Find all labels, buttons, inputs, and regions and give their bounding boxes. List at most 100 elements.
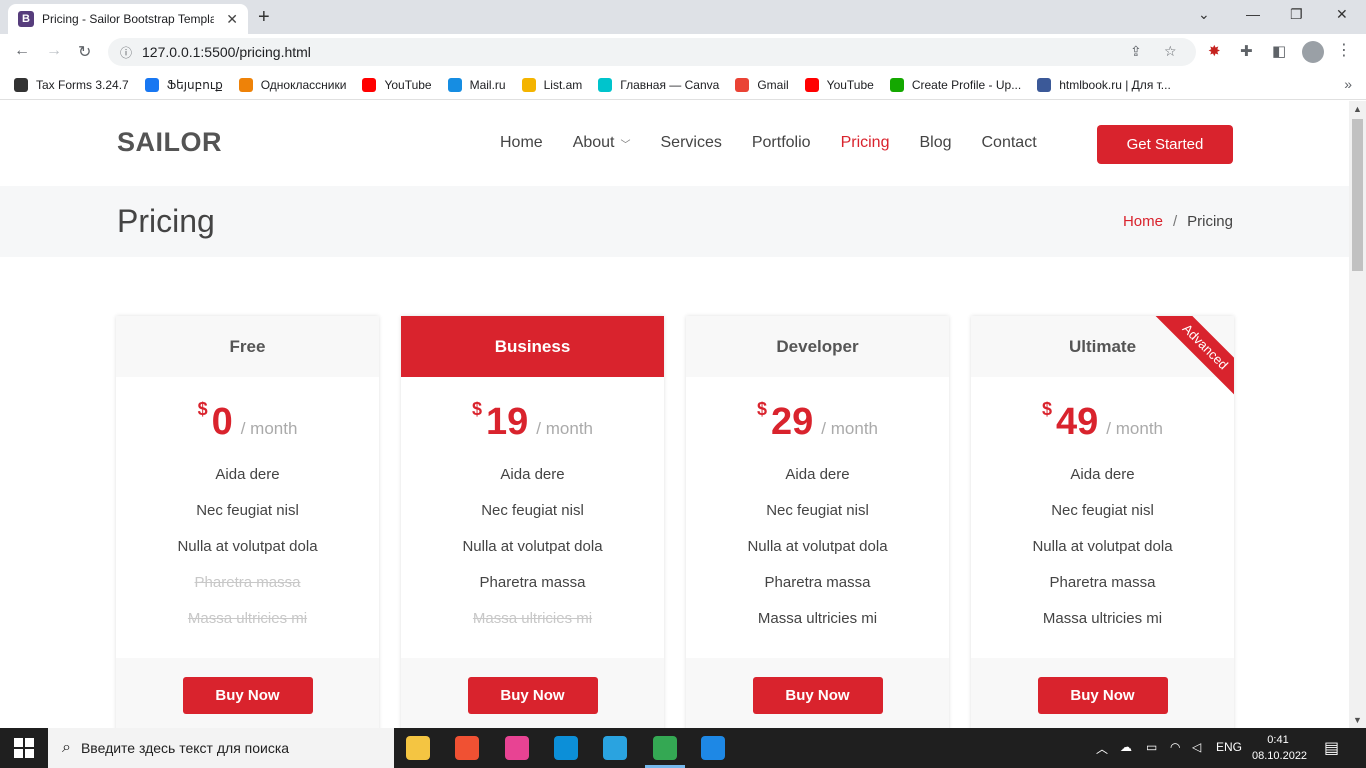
taskbar-clock[interactable]: 0:41 08.10.2022 — [1252, 732, 1308, 764]
bookmarks-bar: Tax Forms 3.24.7 Ֆեյսբուք Одноклассники You… — [0, 70, 1366, 100]
browser-tab-strip: B Pricing - Sailor Bootstrap Templa ✕ + … — [0, 0, 1366, 34]
bookmark-item[interactable]: Ֆեյսբուք — [144, 77, 223, 92]
nav-link-label: Blog — [919, 134, 952, 151]
page-scrollbar[interactable]: ▲ ▼ — [1349, 101, 1366, 728]
plan-feature: Aida dere — [215, 466, 280, 483]
price-period: / month — [536, 419, 593, 438]
git-icon[interactable] — [455, 736, 479, 760]
extensions-puzzle-icon[interactable]: ✚ — [1240, 42, 1253, 60]
back-button[interactable]: ← — [14, 42, 30, 60]
notifications-icon[interactable]: ▤ — [1324, 738, 1339, 758]
close-tab-icon[interactable]: ✕ — [226, 11, 238, 28]
price-period: / month — [240, 419, 298, 438]
bookmark-item[interactable]: Create Profile - Up... — [889, 77, 1021, 92]
telegram-icon[interactable] — [603, 736, 627, 760]
nav-link-home[interactable]: Home — [500, 134, 543, 152]
new-tab-button[interactable]: + — [258, 6, 270, 29]
bookmark-item[interactable]: List.am — [521, 77, 583, 92]
buy-now-button[interactable]: Buy Now — [182, 677, 313, 714]
buy-now-button[interactable]: Buy Now — [752, 677, 883, 714]
plan-feature: Nec feugiat nisl — [196, 502, 299, 519]
side-panel-icon[interactable]: ◧ — [1272, 42, 1286, 60]
buy-button-wrap: Buy Now — [401, 658, 664, 728]
nav-link-label: About — [572, 134, 615, 151]
price-amount: 0 — [211, 401, 233, 443]
nav-link-portfolio[interactable]: Portfolio — [752, 134, 811, 152]
plan-price: $29 / month — [686, 377, 949, 457]
file-explorer-icon[interactable] — [406, 736, 430, 760]
network-icon[interactable]: ◠ — [1170, 740, 1180, 754]
chrome-icon[interactable] — [653, 736, 677, 760]
scrollbar-thumb[interactable] — [1352, 119, 1363, 271]
price-amount: 29 — [771, 401, 814, 443]
share-icon[interactable]: ⇪ — [1130, 43, 1142, 60]
breadcrumb-home-link[interactable]: Home — [1123, 213, 1163, 230]
plan-feature: Pharetra massa — [764, 574, 871, 591]
taskbar-search-input[interactable]: ⌕ Введите здесь текст для поиска — [48, 728, 394, 768]
onedrive-icon[interactable]: ☁ — [1120, 740, 1132, 754]
minimize-window-button[interactable]: — — [1246, 6, 1260, 22]
nav-link-pricing[interactable]: Pricing — [841, 134, 890, 152]
price-currency: $ — [1042, 399, 1053, 419]
get-started-button[interactable]: Get Started — [1097, 125, 1233, 164]
nav-link-services[interactable]: Services — [661, 134, 722, 152]
show-hidden-icons-icon[interactable]: ︿ — [1096, 740, 1108, 757]
colorful-app-icon[interactable] — [505, 736, 529, 760]
price-period: / month — [821, 419, 878, 438]
bookmark-label: List.am — [543, 77, 583, 92]
clock-date: 08.10.2022 — [1252, 750, 1308, 762]
forward-button[interactable]: → — [46, 42, 62, 60]
buy-button-wrap: Buy Now — [971, 658, 1234, 728]
close-window-button[interactable]: ✕ — [1336, 6, 1348, 23]
nav-link-label: Contact — [981, 134, 1037, 151]
plan-price: $19 / month — [401, 377, 664, 457]
restore-window-button[interactable]: ❐ — [1290, 6, 1303, 23]
plan-name: Developer — [686, 316, 949, 377]
address-bar[interactable]: ⓘ 127.0.0.1:5500/pricing.html ⇪ ☆ — [108, 38, 1196, 66]
browser-tab[interactable]: B Pricing - Sailor Bootstrap Templa ✕ — [8, 4, 248, 34]
tab-search-icon[interactable]: ⌄ — [1198, 6, 1210, 23]
profile-avatar[interactable] — [1302, 41, 1324, 63]
address-url[interactable]: 127.0.0.1:5500/pricing.html — [142, 44, 311, 60]
bookmark-item[interactable]: Одноклассники — [238, 77, 346, 92]
buy-now-button[interactable]: Buy Now — [1037, 677, 1168, 714]
nav-link-about[interactable]: About ﹀ — [573, 134, 631, 152]
buy-now-button[interactable]: Buy Now — [467, 677, 598, 714]
reload-button[interactable]: ↻ — [78, 42, 91, 62]
language-indicator[interactable]: ENG — [1216, 740, 1242, 754]
bookmark-item[interactable]: Mail.ru — [447, 77, 506, 92]
scroll-down-icon[interactable]: ▼ — [1353, 715, 1362, 725]
bookmark-item[interactable]: YouTube — [804, 77, 874, 92]
nav-link-label: Services — [660, 134, 722, 151]
site-logo[interactable]: SAILOR — [117, 127, 222, 158]
bookmark-star-icon[interactable]: ☆ — [1164, 43, 1177, 60]
nav-link-contact[interactable]: Contact — [982, 134, 1037, 152]
price-amount: 49 — [1056, 401, 1099, 443]
site-info-icon[interactable]: ⓘ — [120, 44, 132, 61]
plan-feature: Aida dere — [785, 466, 850, 483]
battery-icon[interactable]: ▭ — [1146, 740, 1157, 754]
plan-feature: Nec feugiat nisl — [1051, 502, 1154, 519]
bookmark-favicon-icon — [362, 77, 377, 92]
bookmark-item[interactable]: Gmail — [735, 77, 789, 92]
windows-start-icon[interactable] — [14, 738, 34, 758]
bookmark-item[interactable]: YouTube — [362, 77, 432, 92]
nav-link-blog[interactable]: Blog — [919, 134, 951, 152]
buy-button-wrap: Buy Now — [686, 658, 949, 728]
breadcrumb-separator: / — [1172, 213, 1178, 230]
edge-icon[interactable] — [554, 736, 578, 760]
scroll-up-icon[interactable]: ▲ — [1353, 104, 1362, 114]
extension-icon[interactable]: ✸ — [1208, 42, 1221, 60]
bookmark-item[interactable]: htmlbook.ru | Для т... — [1037, 77, 1171, 92]
vscode-icon[interactable] — [701, 736, 725, 760]
browser-menu-icon[interactable]: ⋮ — [1336, 40, 1352, 60]
chevron-down-icon: ﹀ — [620, 139, 631, 151]
volume-icon[interactable]: ◁ — [1192, 740, 1201, 754]
plan-feature: Nec feugiat nisl — [481, 502, 584, 519]
bookmark-item[interactable]: Главная — Canva — [598, 77, 719, 92]
bookmark-item[interactable]: Tax Forms 3.24.7 — [14, 77, 129, 92]
plan-feature: Aida dere — [500, 466, 565, 483]
bookmark-favicon-icon — [735, 77, 750, 92]
plan-name: Free — [116, 316, 379, 377]
more-bookmarks-icon[interactable]: » — [1344, 76, 1352, 92]
